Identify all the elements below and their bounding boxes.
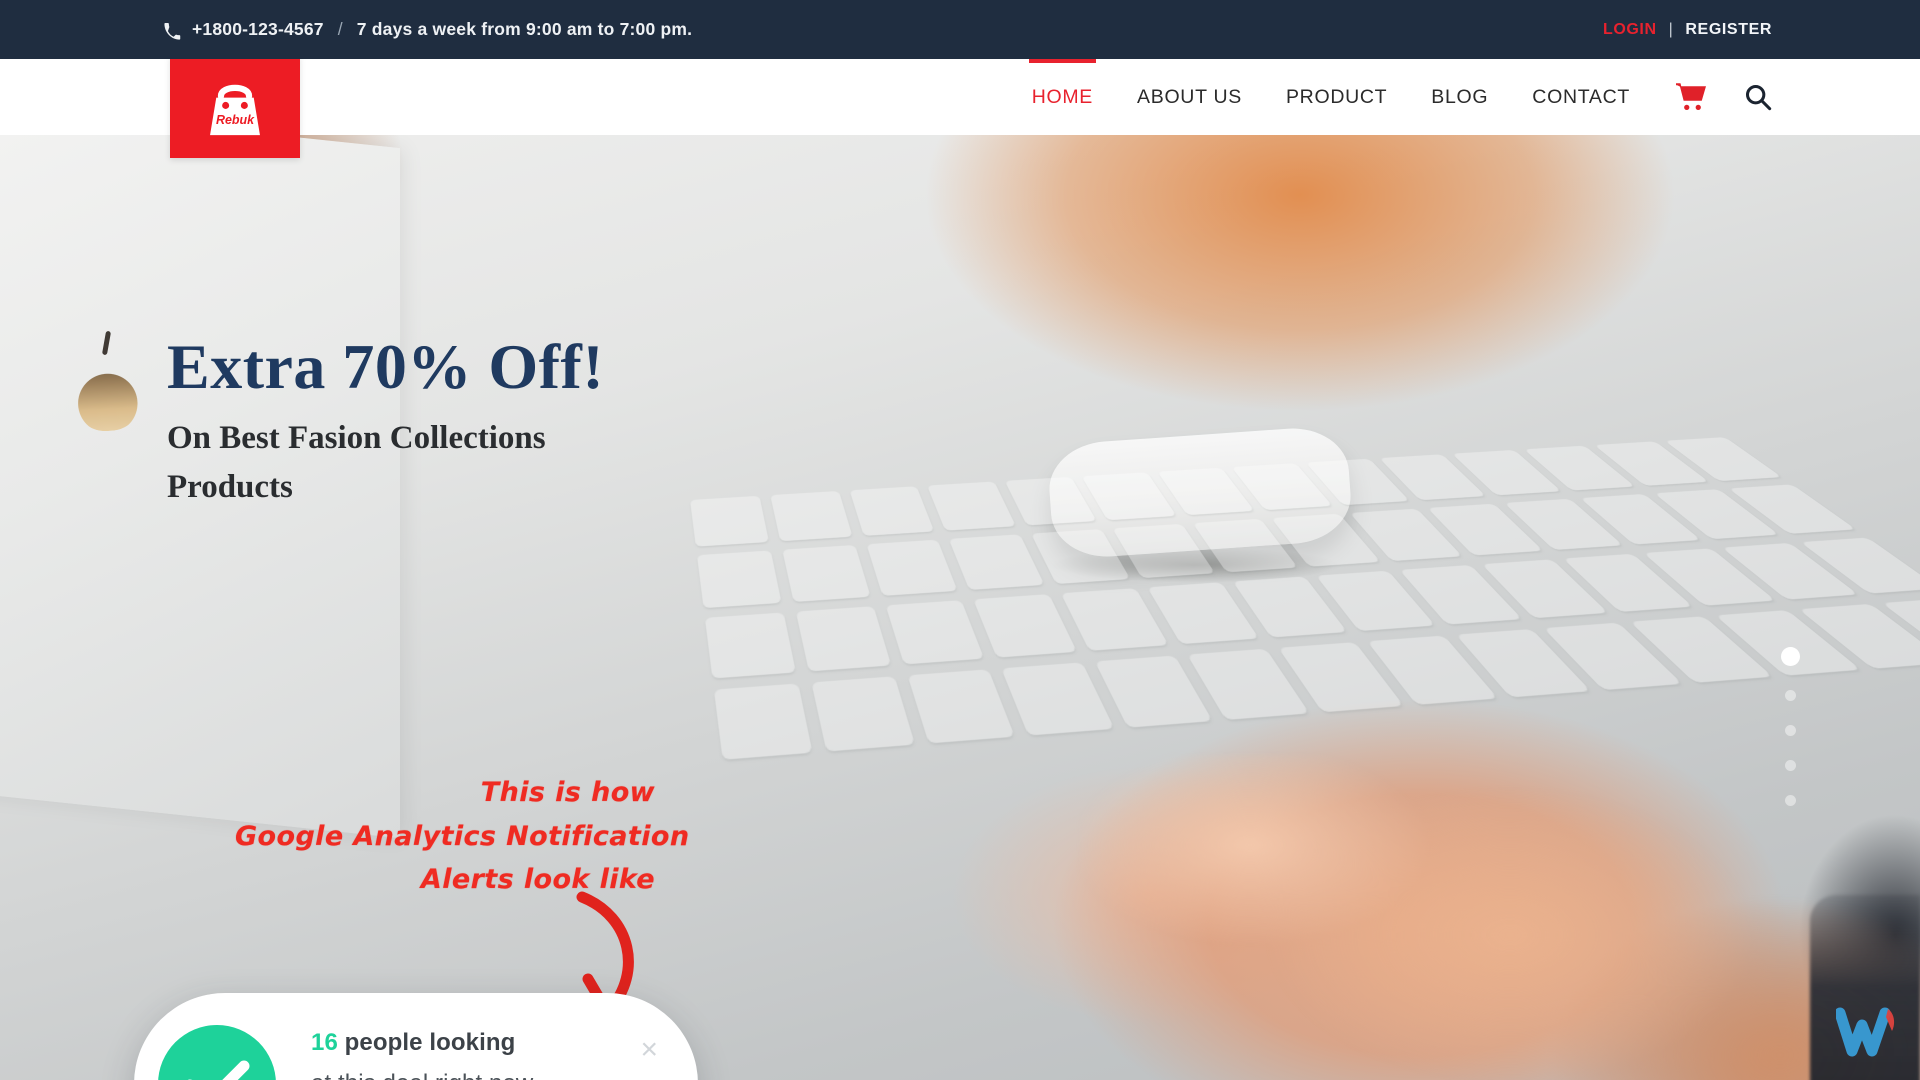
annotation-line-2: Google Analytics Notification: [235, 820, 690, 852]
notification-subline: at this deal right now: [311, 1070, 698, 1080]
phone-number[interactable]: +1800-123-4567: [192, 19, 324, 40]
check-circle-icon: [158, 1025, 276, 1080]
nav-label: CONTACT: [1532, 85, 1630, 108]
header-icon-group: [1652, 83, 1920, 111]
hero-slider: Extra 70% Off! On Best Fasion Collection…: [0, 135, 1920, 1080]
topbar-account-links: LOGIN | REGISTER: [1603, 21, 1772, 39]
hero-title: Extra 70% Off!: [167, 331, 605, 402]
login-link[interactable]: LOGIN: [1603, 21, 1657, 39]
hero-subtitle-line-1: On Best Fasion Collections: [167, 420, 546, 457]
nav-label: ABOUT US: [1137, 85, 1242, 108]
annotation-line-1: This is how: [480, 777, 655, 808]
notification-headline-rest: people looking: [337, 1029, 516, 1056]
hero-text-block: Extra 70% Off! On Best Fasion Collection…: [167, 333, 604, 512]
nav-label: PRODUCT: [1285, 85, 1388, 108]
notification-popup[interactable]: 16 people looking at this deal right now…: [134, 993, 698, 1080]
nav-label: BLOG: [1431, 85, 1489, 108]
hero-subtitle-line-2: Products: [167, 469, 293, 506]
nav-item-about-us[interactable]: ABOUT US: [1115, 59, 1264, 135]
site-logo[interactable]: Rebuk: [170, 55, 300, 158]
shopping-bag-logo-icon: Rebuk: [210, 84, 260, 135]
main-navigation: HOME ABOUT US PRODUCT BLOG CONTACT: [1010, 59, 1920, 135]
search-icon[interactable]: [1744, 83, 1772, 111]
annotation-text: This is how Google Analytics Notificatio…: [235, 771, 690, 902]
nav-item-product[interactable]: PRODUCT: [1264, 59, 1409, 135]
nav-item-home[interactable]: HOME: [1010, 59, 1115, 135]
slider-dot-2[interactable]: [1785, 690, 1796, 701]
nav-label: HOME: [1031, 85, 1094, 108]
slider-dots: [1781, 647, 1800, 806]
svg-text:Rebuk: Rebuk: [216, 113, 255, 127]
w-logo-watermark: [1834, 1003, 1906, 1066]
account-links-separator: |: [1668, 20, 1674, 38]
site-header: Rebuk HOME ABOUT US PRODUCT BLOG CONTACT: [0, 55, 1920, 158]
business-hours: 7 days a week from 9:00 am to 7:00 pm.: [356, 19, 693, 39]
register-link[interactable]: REGISTER: [1685, 21, 1772, 39]
top-info-bar: +1800-123-4567 / 7 days a week from 9:00…: [0, 0, 1920, 59]
nav-item-contact[interactable]: CONTACT: [1510, 59, 1652, 135]
slider-dot-5[interactable]: [1785, 795, 1796, 806]
close-icon[interactable]: ×: [640, 1035, 658, 1065]
nav-item-blog[interactable]: BLOG: [1409, 59, 1510, 135]
hero-subtitle: On Best Fasion Collections Products: [167, 414, 604, 512]
shopping-cart-icon[interactable]: [1676, 83, 1706, 111]
slider-dot-3[interactable]: [1785, 725, 1796, 736]
viewer-count: 16: [311, 1029, 338, 1056]
slider-dot-4[interactable]: [1785, 760, 1796, 771]
phone-icon: [163, 22, 181, 41]
topbar-separator: /: [337, 19, 343, 39]
slider-dot-1[interactable]: [1781, 647, 1800, 666]
topbar-contact-info: +1800-123-4567 / 7 days a week from 9:00…: [163, 19, 692, 40]
